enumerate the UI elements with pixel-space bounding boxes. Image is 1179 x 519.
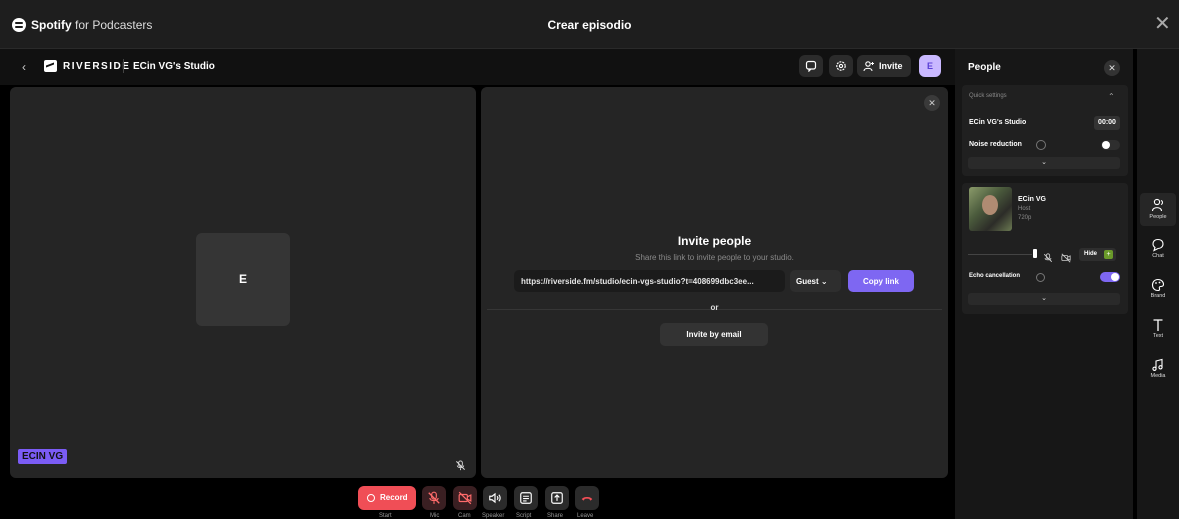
host-name: ECin VG bbox=[1018, 196, 1047, 203]
record-icon bbox=[367, 494, 375, 502]
invite-by-email-label: Invite by email bbox=[686, 330, 742, 339]
speaker-icon bbox=[489, 492, 501, 504]
toolbar-label-leave: Leave bbox=[577, 513, 594, 519]
bottom-toolbar bbox=[0, 480, 955, 519]
dialog-title: Crear episodio bbox=[547, 18, 632, 32]
header-divider bbox=[123, 59, 124, 73]
script-icon bbox=[520, 492, 532, 504]
mic-off-icon bbox=[428, 491, 440, 504]
invite-link-text: https://riverside.fm/studio/ecin-vgs-stu… bbox=[521, 277, 754, 286]
people-icon bbox=[1151, 198, 1163, 212]
host-resolution: 720p bbox=[1018, 215, 1032, 221]
muted-mic-icon bbox=[455, 458, 466, 476]
invite-button-label: Invite bbox=[879, 61, 903, 71]
speaker-button[interactable] bbox=[483, 486, 507, 510]
host-card-expand-button[interactable]: ⌄ bbox=[968, 293, 1120, 305]
host-role: Host bbox=[1018, 206, 1031, 212]
rail-item-people[interactable] bbox=[1149, 198, 1167, 212]
record-button-label: Record bbox=[380, 493, 408, 502]
text-icon bbox=[1153, 319, 1163, 331]
noise-reduction-toggle[interactable] bbox=[1101, 140, 1120, 150]
riverside-wordmark: RIVERSIDE bbox=[63, 61, 131, 72]
toolbar-label-cam: Cam bbox=[458, 513, 471, 519]
camera-button[interactable] bbox=[453, 486, 477, 510]
plus-icon: + bbox=[1104, 250, 1113, 259]
role-dropdown-label: Guest ⌄ bbox=[796, 277, 828, 286]
quick-settings-expand-button[interactable]: ⌄ bbox=[968, 157, 1120, 169]
invite-close-button[interactable]: ✕ bbox=[924, 95, 940, 111]
back-button[interactable]: ‹ bbox=[22, 60, 26, 74]
echo-cancellation-toggle[interactable] bbox=[1100, 272, 1120, 282]
host-camera-button[interactable] bbox=[1061, 250, 1071, 268]
feedback-button[interactable] bbox=[799, 55, 823, 77]
invite-title: Invite people bbox=[677, 234, 752, 248]
rail-item-brand[interactable] bbox=[1149, 278, 1167, 292]
user-avatar[interactable]: E bbox=[919, 55, 941, 77]
share-screen-icon bbox=[551, 492, 563, 504]
toolbar-label-share: Share bbox=[547, 513, 564, 519]
music-note-icon bbox=[1152, 358, 1163, 371]
hide-participant-label: Hide bbox=[1084, 251, 1098, 257]
rail-item-chat[interactable] bbox=[1149, 238, 1167, 252]
leave-button[interactable] bbox=[575, 486, 599, 510]
quick-settings-label: Quick settings bbox=[969, 93, 1007, 99]
share-button[interactable] bbox=[545, 486, 569, 510]
invite-subtitle: Share this link to invite people to your… bbox=[635, 253, 794, 262]
script-button[interactable] bbox=[514, 486, 538, 510]
echo-cancellation-info-icon[interactable] bbox=[1036, 273, 1045, 282]
volume-slider-handle[interactable] bbox=[1033, 249, 1037, 258]
message-icon bbox=[805, 60, 817, 72]
rail-item-text[interactable] bbox=[1149, 318, 1167, 332]
gear-icon bbox=[836, 61, 846, 71]
rail-label-brand: Brand bbox=[1150, 293, 1166, 299]
dialog-close-button[interactable]: ✕ bbox=[1154, 14, 1171, 34]
rail-label-media: Media bbox=[1150, 373, 1166, 379]
quick-settings-studio-name: ECin VG's Studio bbox=[969, 119, 1027, 126]
palette-icon bbox=[1151, 278, 1165, 292]
noise-reduction-label: Noise reduction bbox=[969, 141, 1022, 148]
people-panel-title: People bbox=[968, 62, 1001, 73]
camera-off-icon bbox=[458, 491, 472, 505]
mic-button[interactable] bbox=[422, 486, 446, 510]
recording-timer: 00:00 bbox=[1094, 116, 1120, 130]
add-user-icon bbox=[863, 61, 874, 72]
people-close-button[interactable]: ✕ bbox=[1104, 60, 1120, 76]
studio-name: ECin VG's Studio bbox=[133, 61, 215, 72]
hang-up-icon bbox=[581, 496, 593, 501]
copy-link-label: Copy link bbox=[862, 277, 899, 286]
chat-icon bbox=[1152, 238, 1164, 252]
echo-cancellation-label: Echo cancellation bbox=[969, 273, 1021, 279]
rail-label-people: People bbox=[1149, 214, 1167, 220]
volume-slider-track[interactable] bbox=[968, 254, 1032, 255]
quick-settings-collapse-button[interactable]: ⌃ bbox=[1108, 92, 1115, 101]
or-text: or bbox=[710, 303, 719, 312]
camera-off-icon bbox=[1061, 253, 1071, 263]
riverside-logo-icon bbox=[44, 60, 57, 72]
host-mic-button[interactable] bbox=[1043, 250, 1053, 268]
mic-off-icon bbox=[1043, 253, 1053, 263]
toolbar-label-mic: Mic bbox=[430, 513, 440, 519]
participant-avatar: E bbox=[196, 233, 290, 326]
rail-item-media[interactable] bbox=[1149, 358, 1167, 372]
toolbar-label-speaker: Speaker bbox=[482, 513, 505, 519]
toolbar-label-start: Start bbox=[379, 513, 392, 519]
host-avatar bbox=[969, 187, 1012, 231]
participant-name-tag: ECIN VG bbox=[18, 449, 68, 464]
settings-button[interactable] bbox=[829, 55, 853, 77]
rail-label-text: Text bbox=[1152, 333, 1164, 339]
noise-reduction-info-icon[interactable] bbox=[1036, 140, 1046, 150]
toolbar-label-script: Script bbox=[516, 513, 532, 519]
rail-label-chat: Chat bbox=[1152, 253, 1164, 259]
